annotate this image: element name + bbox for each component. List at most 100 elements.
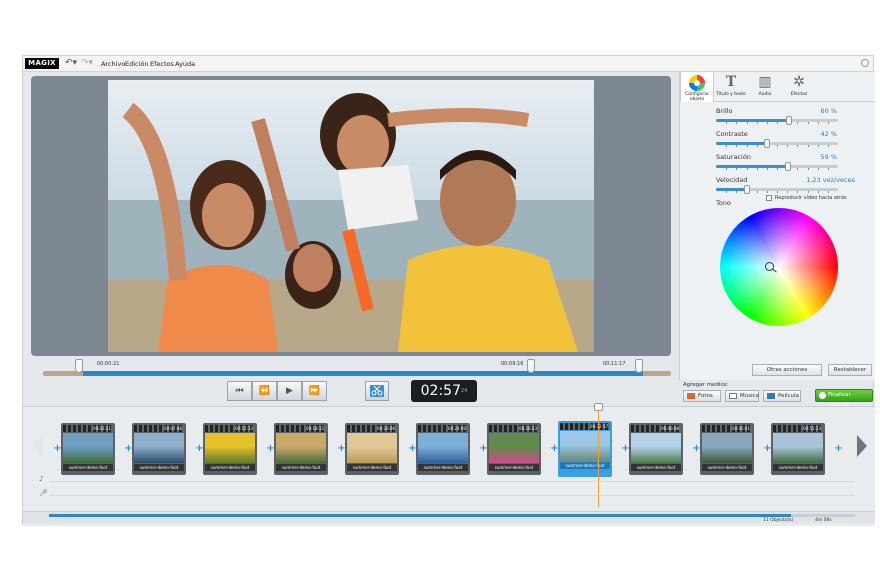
scrubber-marker-time: 00:09:16 xyxy=(501,361,524,367)
storyboard-clip[interactable]: 00:07:46 summer-demo-foot xyxy=(132,423,186,475)
slider-tick xyxy=(746,145,748,147)
slider-tick xyxy=(766,122,768,124)
tab-titulo-y-texto[interactable]: T Título y texto xyxy=(714,72,748,102)
reverse-video-checkbox[interactable] xyxy=(766,195,772,201)
skip-start-button[interactable]: ⏮ xyxy=(227,381,252,401)
color-wheel-icon xyxy=(681,72,713,92)
clip-name: summer-demo-foot xyxy=(631,464,681,471)
add-photos-button[interactable]: Fotos xyxy=(683,390,721,402)
slider-tick xyxy=(736,168,738,170)
insert-transition-icon[interactable]: + xyxy=(834,444,843,454)
add-music-label: Música xyxy=(740,393,760,399)
storyboard-clip[interactable]: 00:32:57 summer-demo-foot xyxy=(558,421,612,477)
slider-tick xyxy=(827,191,829,193)
tab-audio[interactable]: ▥ Audio xyxy=(748,72,782,102)
audio-track-1[interactable] xyxy=(49,481,855,482)
cut-button[interactable] xyxy=(365,381,389,401)
clip-thumbnail xyxy=(560,431,610,461)
slider-tick xyxy=(827,122,829,124)
clip-thumbnail xyxy=(489,433,539,463)
scrubber-range xyxy=(83,371,643,376)
storyboard-clip[interactable]: 00:26:23 summer-demo-foot xyxy=(487,423,541,475)
speed-slider[interactable] xyxy=(716,185,838,194)
finalize-icon xyxy=(819,392,826,399)
tab-configurar-objeto[interactable]: Configurar objeto xyxy=(680,72,714,102)
menu-efectos[interactable]: Efectos xyxy=(150,60,174,68)
slider-tick xyxy=(726,145,728,147)
clip-name: summer-demo-foot xyxy=(418,464,468,471)
storyboard-prev-arrow[interactable] xyxy=(33,435,43,457)
slider-tick xyxy=(817,122,819,124)
clip-time: 00:26:23 xyxy=(489,425,539,432)
panel-tabs: Configurar objeto T Título y texto ▥ Aud… xyxy=(680,72,875,102)
color-wheel-cursor[interactable] xyxy=(765,262,774,271)
play-button[interactable]: ▶ xyxy=(277,381,302,401)
storyboard-clip[interactable]: 00:15:13 summer-demo-foot xyxy=(203,423,257,475)
slider-knob[interactable] xyxy=(764,139,771,148)
slider-tick xyxy=(807,122,809,124)
saturation-slider[interactable] xyxy=(716,162,838,171)
clip-name: summer-demo-foot xyxy=(773,464,823,471)
scrubber-end-handle[interactable] xyxy=(635,359,643,373)
menu-edicion[interactable]: Edición xyxy=(125,60,149,68)
slider-tick xyxy=(746,122,748,124)
storyboard-clip[interactable]: 00:18:15 summer-demo-foot xyxy=(274,423,328,475)
effects-icon: ✲ xyxy=(793,74,805,90)
tone-label: Tono xyxy=(716,199,731,207)
reset-button[interactable]: Restablecer xyxy=(828,364,872,376)
slider-tick xyxy=(756,122,758,124)
slider-tick xyxy=(797,122,799,124)
storyboard-clip[interactable]: 00:45:01 summer-demo-foot xyxy=(700,423,754,475)
slider-tick xyxy=(797,145,799,147)
reverse-video-option[interactable]: Reproducir vídeo hacia atrás xyxy=(766,195,847,201)
slider-fill xyxy=(716,165,788,168)
slider-knob[interactable] xyxy=(784,162,791,171)
speed-value: 1,23 vez/veces xyxy=(806,176,855,184)
slider-knob[interactable] xyxy=(786,116,793,125)
window-control-button[interactable] xyxy=(861,59,869,67)
slider-tick xyxy=(777,168,778,170)
menu-archivo[interactable]: Archivo xyxy=(101,60,125,68)
storyboard-clip[interactable]: 00:02:21 summer-demo-foot xyxy=(61,423,115,475)
slider-tick xyxy=(756,145,758,147)
add-movie-button[interactable]: Película xyxy=(763,390,801,402)
clip-thumbnail xyxy=(205,433,255,463)
storyboard-next-arrow[interactable] xyxy=(857,435,867,457)
redo-icon[interactable]: ↷▾ xyxy=(81,58,93,69)
rewind-button[interactable]: ⏪ xyxy=(252,381,277,401)
brightness-slider[interactable] xyxy=(716,116,838,125)
storyboard-clip[interactable]: 00:40:08 summer-demo-foot xyxy=(629,423,683,475)
add-music-button[interactable]: Música xyxy=(725,390,759,402)
tab-efectos[interactable]: ✲ Efectos xyxy=(782,72,816,102)
storyboard-clip[interactable]: 00:24:00 summer-demo-foot xyxy=(416,423,470,475)
menu-ayuda[interactable]: Ayuda xyxy=(175,60,195,68)
speed-label: Velocidad xyxy=(716,176,748,184)
slider-tick xyxy=(736,145,738,147)
slider-tick xyxy=(766,191,768,193)
slider-tick xyxy=(787,191,789,193)
storyboard-playhead-handle[interactable] xyxy=(594,403,603,411)
timecode-display: 02:5724 xyxy=(411,380,477,402)
storyboard-clip[interactable]: 00:51:23 summer-demo-foot xyxy=(771,423,825,475)
slider-tick xyxy=(807,145,809,147)
clip-thumbnail xyxy=(347,433,397,463)
clip-name: summer-demo-foot xyxy=(347,464,397,471)
scrubber-playhead[interactable] xyxy=(527,359,535,373)
transport-controls: ⏮ ⏪ ▶ ⏩ xyxy=(227,381,327,401)
scrubber-start-handle[interactable] xyxy=(75,359,83,373)
undo-icon[interactable]: ↶▾ xyxy=(65,58,77,69)
audio-icon: ▥ xyxy=(758,74,772,90)
contrast-slider[interactable] xyxy=(716,139,838,148)
music-icon xyxy=(729,393,737,399)
clip-time: 00:45:01 xyxy=(702,425,752,432)
tab-label: Audio xyxy=(758,92,772,97)
preview-scrubber[interactable]: 00:00:21 00:09:16 00:11:17 xyxy=(43,359,671,377)
audio-track-2[interactable] xyxy=(49,495,855,496)
more-actions-button[interactable]: Otras acciones xyxy=(752,364,822,376)
fast-forward-button[interactable]: ⏩ xyxy=(302,381,327,401)
storyboard-clip[interactable]: 00:20:06 summer-demo-foot xyxy=(345,423,399,475)
hue-color-wheel[interactable] xyxy=(720,208,838,326)
slider-knob[interactable] xyxy=(743,185,750,194)
slider-tick xyxy=(766,168,768,170)
finalize-movie-button[interactable]: Finalizar película xyxy=(815,389,873,409)
